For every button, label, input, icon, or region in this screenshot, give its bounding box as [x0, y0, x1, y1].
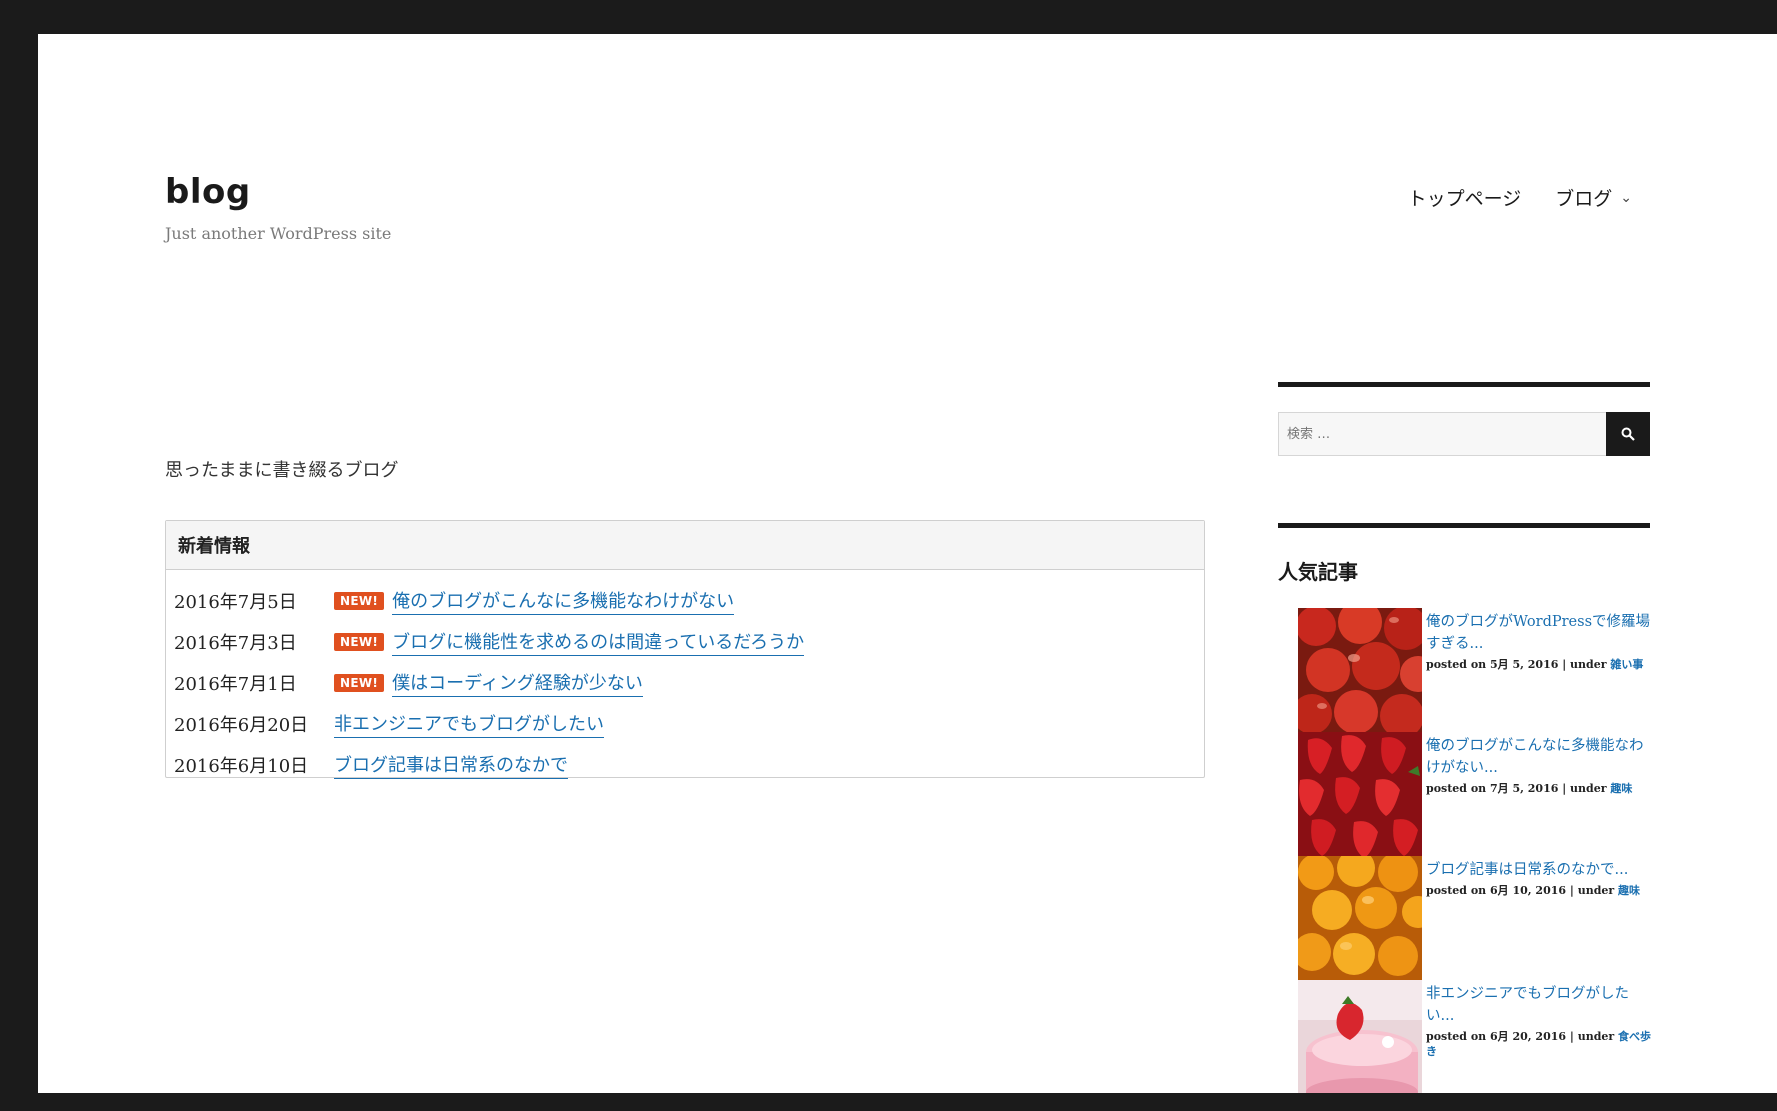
- nav-item-top-page[interactable]: トップページ: [1408, 184, 1522, 211]
- popular-post-meta: posted on 7月 5, 2016 | under 趣味: [1426, 781, 1633, 795]
- news-link[interactable]: 俺のブログがこんなに多機能なわけがない: [392, 587, 735, 615]
- page-frame: blog Just another WordPress site トップページ …: [38, 34, 1777, 1093]
- popular-post-meta: posted on 6月 20, 2016 | under 食べ歩き: [1426, 1029, 1652, 1058]
- chevron-down-icon[interactable]: ⌄: [1620, 190, 1632, 206]
- news-date: 2016年6月10日: [174, 755, 309, 777]
- primary-nav: トップページ ブログ ⌄: [1408, 184, 1632, 211]
- popular-post-title[interactable]: 俺のブログがWordPressで修羅場すぎる...: [1426, 612, 1656, 656]
- news-date: 2016年7月1日: [174, 673, 297, 695]
- site-title[interactable]: blog: [165, 172, 251, 212]
- news-link[interactable]: 僕はコーディング経験が少ない: [392, 669, 643, 697]
- news-heading: 新着情報: [166, 521, 1204, 570]
- news-row: 2016年7月5日 NEW! 俺のブログがこんなに多機能なわけがない: [174, 580, 1204, 621]
- widget-divider: [1278, 523, 1650, 528]
- news-list: 2016年7月5日 NEW! 俺のブログがこんなに多機能なわけがない 2016年…: [166, 570, 1204, 785]
- popular-post-meta: posted on 5月 5, 2016 | under 雑い事: [1426, 657, 1644, 671]
- category-link[interactable]: 雑い事: [1610, 658, 1643, 671]
- news-link[interactable]: ブログ記事は日常系のなかで: [334, 751, 568, 779]
- nav-item-label: トップページ: [1407, 188, 1522, 210]
- intro-text: 思ったままに書き綴るブログ: [165, 460, 399, 481]
- category-link[interactable]: 趣味: [1618, 884, 1640, 897]
- search-button[interactable]: [1606, 412, 1650, 456]
- news-row: 2016年7月3日 NEW! ブログに機能性を求めるのは間違っているだろうか: [174, 621, 1204, 662]
- post-thumbnail-apples[interactable]: [1298, 608, 1422, 732]
- news-link[interactable]: ブログに機能性を求めるのは間違っているだろうか: [392, 628, 805, 656]
- category-link[interactable]: 趣味: [1610, 782, 1632, 795]
- popular-post-title[interactable]: 俺のブログがこんなに多機能なわけがない...: [1426, 736, 1656, 780]
- news-row: 2016年7月1日 NEW! 僕はコーディング経験が少ない: [174, 662, 1204, 703]
- new-badge: NEW!: [334, 673, 385, 692]
- popular-posts-list: 俺のブログがWordPressで修羅場すぎる... posted on 5月 5…: [1298, 608, 1658, 1093]
- news-link[interactable]: 非エンジニアでもブログがしたい: [334, 710, 604, 738]
- nav-item-label: ブログ: [1555, 188, 1613, 210]
- widget-divider: [1278, 382, 1650, 387]
- popular-post: 俺のブログがこんなに多機能なわけがない... posted on 7月 5, 2…: [1298, 732, 1658, 856]
- popular-post-title[interactable]: 非エンジニアでもブログがしたい...: [1426, 984, 1656, 1028]
- new-badge: NEW!: [334, 632, 385, 651]
- new-badge: NEW!: [334, 591, 385, 610]
- popular-posts-heading: 人気記事: [1278, 560, 1358, 584]
- news-date: 2016年7月3日: [174, 632, 297, 654]
- site-tagline: Just another WordPress site: [165, 224, 392, 243]
- post-thumbnail-oranges[interactable]: [1298, 856, 1422, 980]
- news-box: 新着情報 2016年7月5日 NEW! 俺のブログがこんなに多機能なわけがない …: [165, 520, 1205, 779]
- post-thumbnail-cake[interactable]: [1298, 980, 1422, 1093]
- news-date: 2016年6月20日: [174, 714, 309, 736]
- popular-post: ブログ記事は日常系のなかで... posted on 6月 10, 2016 |…: [1298, 856, 1658, 980]
- news-row: 2016年6月20日 非エンジニアでもブログがしたい: [174, 703, 1204, 744]
- search-input[interactable]: [1278, 412, 1606, 456]
- news-date: 2016年7月5日: [174, 591, 297, 613]
- post-thumbnail-strawberries[interactable]: [1298, 732, 1422, 856]
- popular-post-meta: posted on 6月 10, 2016 | under 趣味: [1426, 883, 1641, 897]
- sidebar: 人気記事: [1278, 382, 1650, 585]
- nav-item-blog[interactable]: ブログ ⌄: [1555, 184, 1632, 211]
- popular-post-title[interactable]: ブログ記事は日常系のなかで...: [1426, 860, 1656, 882]
- search-form: [1278, 412, 1650, 456]
- news-row: 2016年6月10日 ブログ記事は日常系のなかで: [174, 744, 1204, 785]
- popular-post: 非エンジニアでもブログがしたい... posted on 6月 20, 2016…: [1298, 980, 1658, 1093]
- search-icon: [1621, 427, 1635, 441]
- popular-post: 俺のブログがWordPressで修羅場すぎる... posted on 5月 5…: [1298, 608, 1658, 732]
